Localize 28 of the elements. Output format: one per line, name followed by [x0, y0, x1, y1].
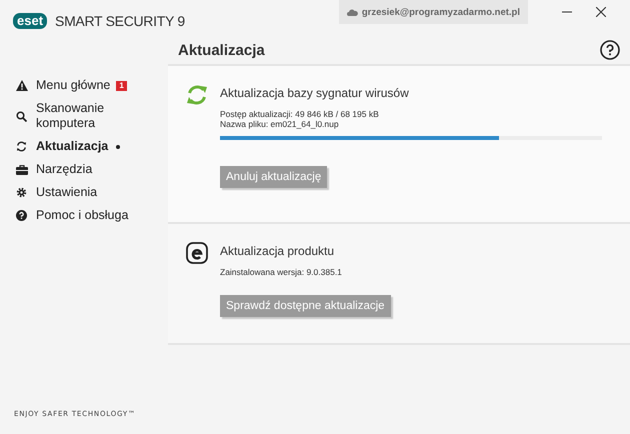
toolbox-icon [16, 164, 28, 174]
info-text: Zainstalowana wersja: 9.0.385.1 [220, 267, 343, 277]
sidebar-item[interactable]: Menu główne 1 [0, 74, 168, 97]
cloud-icon [346, 8, 358, 16]
page-title: Aktualizacja [178, 42, 265, 58]
section-title: Aktualizacja produktu [220, 244, 336, 258]
eset-icon [186, 242, 208, 264]
selected-dot [116, 144, 120, 148]
section-title: Aktualizacja bazy sygnatur wirusów [220, 86, 410, 100]
sidebar-item[interactable]: Skanowanie komputera [0, 97, 168, 135]
info-text: Postęp aktualizacji: 49 846 kB / 68 195 kB [220, 109, 380, 119]
close-icon [596, 7, 606, 17]
sidebar-item[interactable]: Narzędzia [0, 158, 168, 181]
product-name: SMART SECURITY 9 [55, 13, 185, 29]
eset-logo: eset [13, 13, 48, 29]
sidebar-item[interactable]: Pomoc i obsługa [0, 204, 168, 227]
sidebar-item[interactable]: Ustawienia [0, 181, 168, 204]
help-icon[interactable] [600, 40, 620, 60]
gear-icon [16, 187, 27, 198]
account-badge[interactable]: grzesiek@programyzadarmo.net.pl [338, 0, 528, 24]
notification-badge: 1 [116, 80, 127, 90]
refresh-icon [16, 141, 27, 152]
help-icon [16, 210, 27, 221]
info-text: Nazwa pliku: em021_64_l0.nup [220, 119, 340, 129]
search-icon [16, 110, 27, 122]
refresh-icon [186, 84, 208, 106]
warning-icon [16, 80, 28, 91]
sidebar-item[interactable]: Aktualizacja [0, 135, 168, 158]
